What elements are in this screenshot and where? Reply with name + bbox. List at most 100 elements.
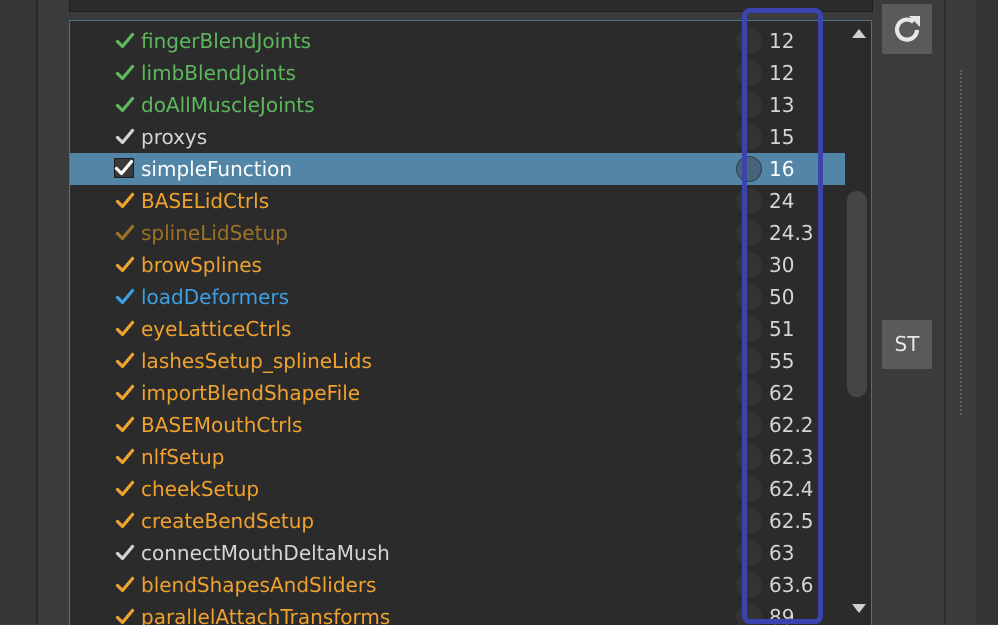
list-item[interactable]: cheekSetup 62.4 (70, 473, 845, 505)
list-item[interactable]: splineLidSetup 24.3 (70, 217, 845, 249)
status-dot-icon (736, 124, 762, 150)
list-item-order: 63 (769, 541, 795, 565)
right-divider (944, 0, 946, 624)
checkmark-icon[interactable] (115, 351, 135, 371)
status-dot-icon (736, 92, 762, 118)
list-item-label: loadDeformers (141, 285, 290, 309)
status-dot-icon (736, 284, 762, 310)
list-item-label: fingerBlendJoints (141, 29, 312, 53)
list-item-label: browSplines (141, 253, 262, 277)
list-item-label: createBendSetup (141, 509, 315, 533)
status-dot-icon (736, 252, 762, 278)
list-item[interactable]: eyeLatticeCtrls 51 (70, 313, 845, 345)
list-item[interactable]: nlfSetup 62.3 (70, 441, 845, 473)
status-dot-icon (736, 508, 762, 534)
checkmark-icon[interactable] (115, 223, 135, 243)
list-item[interactable]: fingerBlendJoints 12 (70, 25, 845, 57)
scrollbar-thumb[interactable] (847, 191, 867, 397)
list-item[interactable]: BASELidCtrls 24 (70, 185, 845, 217)
function-list-panel: fingerBlendJoints 12 limbBlendJoints 12 doAl… (69, 20, 872, 625)
checkmark-icon[interactable] (115, 543, 135, 563)
status-dot-icon (736, 348, 762, 374)
list-item-order: 62 (769, 381, 795, 405)
list-item-order: 24 (769, 189, 795, 213)
list-item[interactable]: limbBlendJoints 12 (70, 57, 845, 89)
checkmark-icon[interactable] (115, 319, 135, 339)
list-item-order: 12 (769, 61, 795, 85)
scroll-down-arrow-icon[interactable] (852, 604, 866, 613)
st-button[interactable]: ST (882, 320, 932, 369)
list-item-order: 50 (769, 285, 795, 309)
list-item-label: parallelAttachTransforms (141, 605, 391, 625)
list-item-label: eyeLatticeCtrls (141, 317, 292, 341)
list-item-label: proxys (141, 125, 208, 149)
list-item[interactable]: doAllMuscleJoints 13 (70, 89, 845, 121)
refresh-button[interactable] (882, 4, 932, 54)
checkmark-icon[interactable] (115, 255, 135, 275)
status-dot-icon (736, 156, 762, 182)
list-item-label: blendShapesAndSliders (141, 573, 377, 597)
list-item-order: 89 (769, 605, 795, 625)
list-item-order: 62.3 (769, 445, 814, 469)
checkmark-icon[interactable] (115, 63, 135, 83)
list-item-order: 13 (769, 93, 795, 117)
list-item-label: splineLidSetup (141, 221, 288, 245)
checkmark-icon[interactable] (115, 607, 135, 625)
list-item[interactable]: connectMouthDeltaMush 63 (70, 537, 845, 569)
list-item-order: 62.4 (769, 477, 814, 501)
status-dot-icon (736, 476, 762, 502)
status-dot-icon (736, 316, 762, 342)
refresh-icon (894, 16, 920, 42)
checkmark-icon[interactable] (115, 191, 135, 211)
status-dot-icon (736, 188, 762, 214)
checkmark-icon[interactable] (114, 158, 134, 178)
status-dot-icon (736, 444, 762, 470)
status-dot-icon (736, 60, 762, 86)
list-item[interactable]: proxys 15 (70, 121, 845, 153)
list-item-label: lashesSetup_splineLids (141, 349, 372, 373)
list-item-label: doAllMuscleJoints (141, 93, 315, 117)
list-item-order: 12 (769, 29, 795, 53)
checkmark-icon[interactable] (115, 127, 135, 147)
top-input-field[interactable] (69, 0, 873, 12)
list-item-order: 30 (769, 253, 795, 277)
list-item[interactable]: browSplines 30 (70, 249, 845, 281)
list-item-order: 15 (769, 125, 795, 149)
checkmark-icon[interactable] (115, 415, 135, 435)
panel-divider (36, 0, 38, 624)
list-item-order: 24.3 (769, 221, 814, 245)
list-item[interactable]: parallelAttachTransforms 89 (70, 601, 845, 625)
status-dot-icon (736, 572, 762, 598)
checkmark-icon[interactable] (115, 287, 135, 307)
checkmark-icon[interactable] (115, 511, 135, 531)
splitter-handle[interactable] (960, 70, 962, 415)
status-dot-icon (736, 540, 762, 566)
checkmark-icon[interactable] (115, 447, 135, 467)
checkmark-icon[interactable] (115, 575, 135, 595)
checkmark-icon[interactable] (115, 479, 135, 499)
checkmark-icon[interactable] (115, 95, 135, 115)
list-item[interactable]: BASEMouthCtrls 62.2 (70, 409, 845, 441)
checkmark-icon[interactable] (115, 31, 135, 51)
list-item-label: connectMouthDeltaMush (141, 541, 390, 565)
list-item[interactable]: simpleFunction 16 (70, 153, 845, 185)
checkmark-icon[interactable] (115, 383, 135, 403)
left-side-panel (0, 0, 36, 624)
status-dot-icon (736, 412, 762, 438)
list-item[interactable]: createBendSetup 62.5 (70, 505, 845, 537)
list-item[interactable]: loadDeformers 50 (70, 281, 845, 313)
list-item-label: simpleFunction (141, 157, 293, 181)
list-item[interactable]: lashesSetup_splineLids 55 (70, 345, 845, 377)
list-item-order: 62.2 (769, 413, 814, 437)
list-item[interactable]: importBlendShapeFile 62 (70, 377, 845, 409)
list-item-label: limbBlendJoints (141, 61, 296, 85)
list-scrollbar[interactable] (845, 21, 871, 625)
list-item[interactable]: blendShapesAndSliders 63.6 (70, 569, 845, 601)
list-item-order: 63.6 (769, 573, 814, 597)
list-item-order: 51 (769, 317, 795, 341)
status-dot-icon (736, 28, 762, 54)
list-item-order: 16 (769, 157, 795, 181)
status-dot-icon (736, 604, 762, 625)
list-item-label: BASELidCtrls (141, 189, 270, 213)
scroll-up-arrow-icon[interactable] (852, 29, 866, 38)
